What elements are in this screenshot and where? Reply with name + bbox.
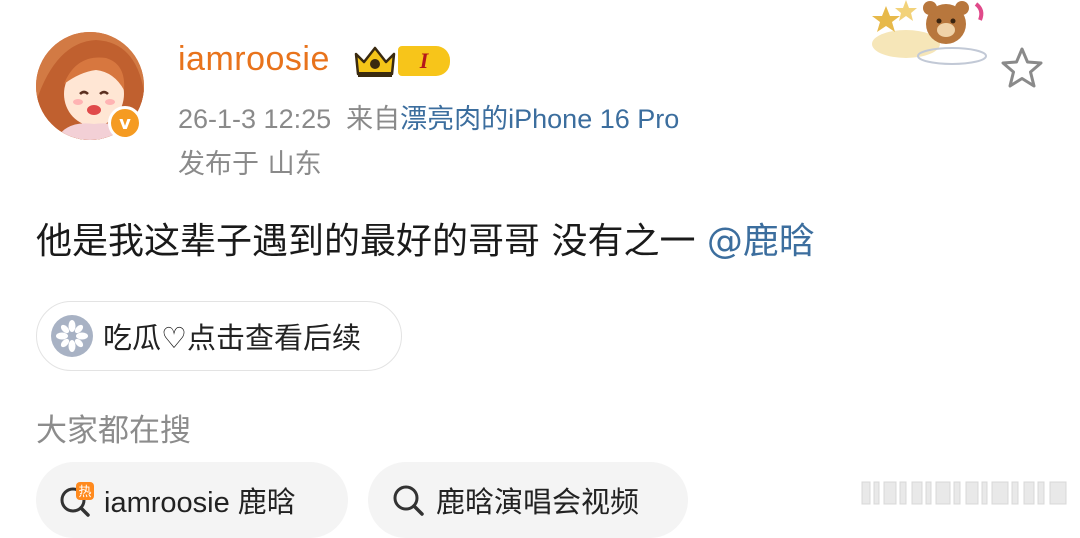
trending-search-title: 大家都在搜 xyxy=(36,413,191,449)
crown-icon xyxy=(354,46,396,77)
follow-up-card[interactable]: 吃瓜♡点击查看后续 xyxy=(36,301,402,371)
device-source-link[interactable]: 漂亮肉的iPhone 16 Pro xyxy=(400,104,679,134)
watermark xyxy=(861,481,1067,505)
search-chip-1[interactable]: 热 iamroosie 鹿晗 xyxy=(36,462,348,538)
username[interactable]: iamroosie xyxy=(178,40,330,79)
post-datetime: 26-1-3 12:25 xyxy=(178,104,332,134)
favorite-star-icon[interactable] xyxy=(998,44,1046,92)
melon-seed-icon xyxy=(51,315,93,357)
post-body: 他是我这辈子遇到的最好的哥哥 没有之一 @鹿晗 xyxy=(36,212,815,264)
mention-link[interactable]: @鹿晗 xyxy=(707,221,815,262)
verified-badge: v xyxy=(108,106,142,140)
search-icon xyxy=(393,485,424,516)
hot-search-icon: 热 xyxy=(60,482,94,517)
member-level-badge[interactable]: I xyxy=(398,46,450,76)
hot-badge-text: 热 xyxy=(78,485,91,500)
post-location: 发布于 山东 xyxy=(178,149,322,180)
post-text: 他是我这辈子遇到的最好的哥哥 没有之一 xyxy=(36,221,707,262)
decorative-bear-sticker xyxy=(872,0,987,65)
post-meta: 26-1-3 12:25 来自漂亮肉的iPhone 16 Pro xyxy=(178,97,679,136)
search-chip-2[interactable]: 鹿晗演唱会视频 xyxy=(368,462,688,538)
follow-up-card-label: 吃瓜♡点击查看后续 xyxy=(103,321,361,355)
source-prefix: 来自 xyxy=(346,104,401,134)
search-chip-label: 鹿晗演唱会视频 xyxy=(436,487,640,519)
search-chip-label: iamroosie 鹿晗 xyxy=(104,487,296,519)
